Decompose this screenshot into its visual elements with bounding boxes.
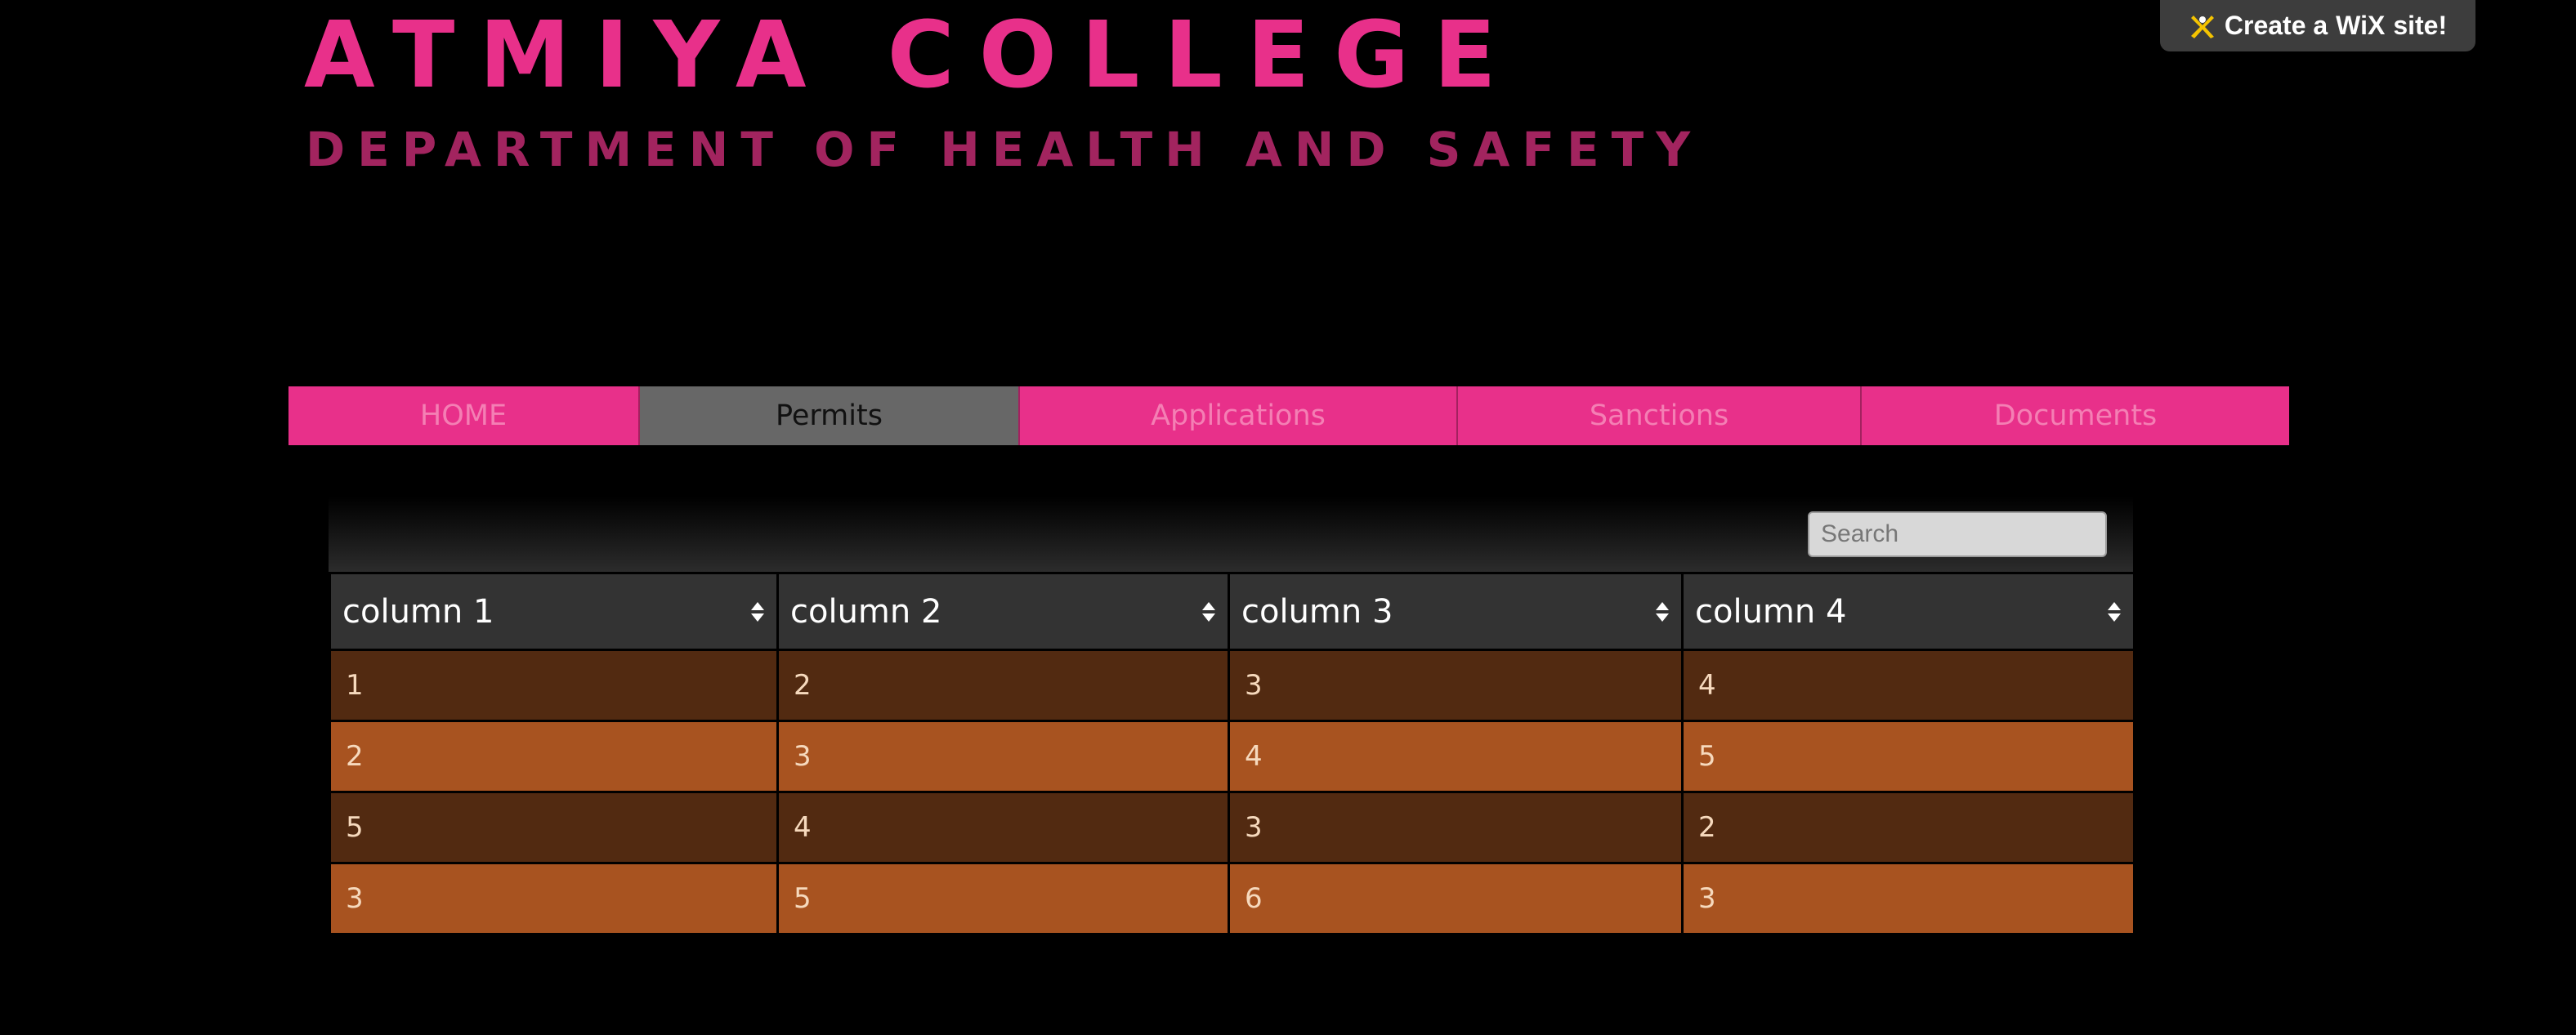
table-row: 3 5 6 3 [329, 862, 2135, 935]
column-header-label: column 4 [1695, 592, 1847, 631]
column-header-2[interactable]: column 2 [776, 572, 1230, 651]
table-cell: 2 [1681, 791, 2135, 864]
column-header-1[interactable]: column 1 [329, 572, 779, 651]
column-header-4[interactable]: column 4 [1681, 572, 2135, 651]
sort-icon [1656, 601, 1669, 622]
table-cell: 2 [776, 649, 1230, 722]
nav-item-applications[interactable]: Applications [1020, 386, 1458, 445]
nav-item-permits[interactable]: Permits [640, 386, 1020, 445]
main-nav: HOME Permits Applications Sanctions Docu… [288, 386, 2289, 445]
table-cell: 3 [1228, 649, 1684, 722]
data-table-widget: column 1 column 2 column 3 column 4 [329, 497, 2135, 998]
table-cell: 3 [776, 720, 1230, 793]
search-input[interactable] [1808, 511, 2107, 557]
table-cell: 4 [1681, 649, 2135, 722]
site-subtitle: DEPARTMENT OF HEALTH AND SAFETY [306, 122, 1703, 177]
nav-item-home[interactable]: HOME [288, 386, 640, 445]
table-cell: 3 [329, 862, 779, 935]
column-header-label: column 3 [1241, 592, 1393, 631]
wix-banner-suffix: site! [2393, 11, 2448, 40]
table-cell: 6 [1228, 862, 1684, 935]
table-cell: 4 [1228, 720, 1684, 793]
table-row: 5 4 3 2 [329, 791, 2135, 864]
column-header-label: column 1 [342, 592, 494, 631]
sort-icon [751, 601, 764, 622]
wix-banner-prefix: Create a [2224, 11, 2328, 40]
table-cell: 5 [329, 791, 779, 864]
data-table: column 1 column 2 column 3 column 4 1 2 … [329, 572, 2135, 935]
table-toolbar [329, 497, 2133, 572]
column-header-label: column 2 [790, 592, 942, 631]
nav-item-sanctions[interactable]: Sanctions [1458, 386, 1862, 445]
create-wix-site-banner[interactable]: Create a WiX site! [2160, 0, 2475, 51]
table-cell: 2 [329, 720, 779, 793]
table-cell: 1 [329, 649, 779, 722]
wix-logo-icon [2190, 15, 2214, 38]
site-title: ATMIYA COLLEGE [304, 2, 1521, 109]
column-header-3[interactable]: column 3 [1228, 572, 1684, 651]
sort-icon [1202, 601, 1215, 622]
table-cell: 5 [776, 862, 1230, 935]
nav-item-documents[interactable]: Documents [1862, 386, 2289, 445]
table-row: 2 3 4 5 [329, 720, 2135, 793]
table-cell: 4 [776, 791, 1230, 864]
table-cell: 3 [1228, 791, 1684, 864]
table-header-row: column 1 column 2 column 3 column 4 [329, 572, 2135, 651]
sort-icon [2108, 601, 2121, 622]
table-cell: 5 [1681, 720, 2135, 793]
page: ATMIYA COLLEGE DEPARTMENT OF HEALTH AND … [0, 0, 2576, 1035]
wix-banner-brand: WiX [2336, 11, 2386, 40]
table-row: 1 2 3 4 [329, 649, 2135, 722]
table-cell: 3 [1681, 862, 2135, 935]
